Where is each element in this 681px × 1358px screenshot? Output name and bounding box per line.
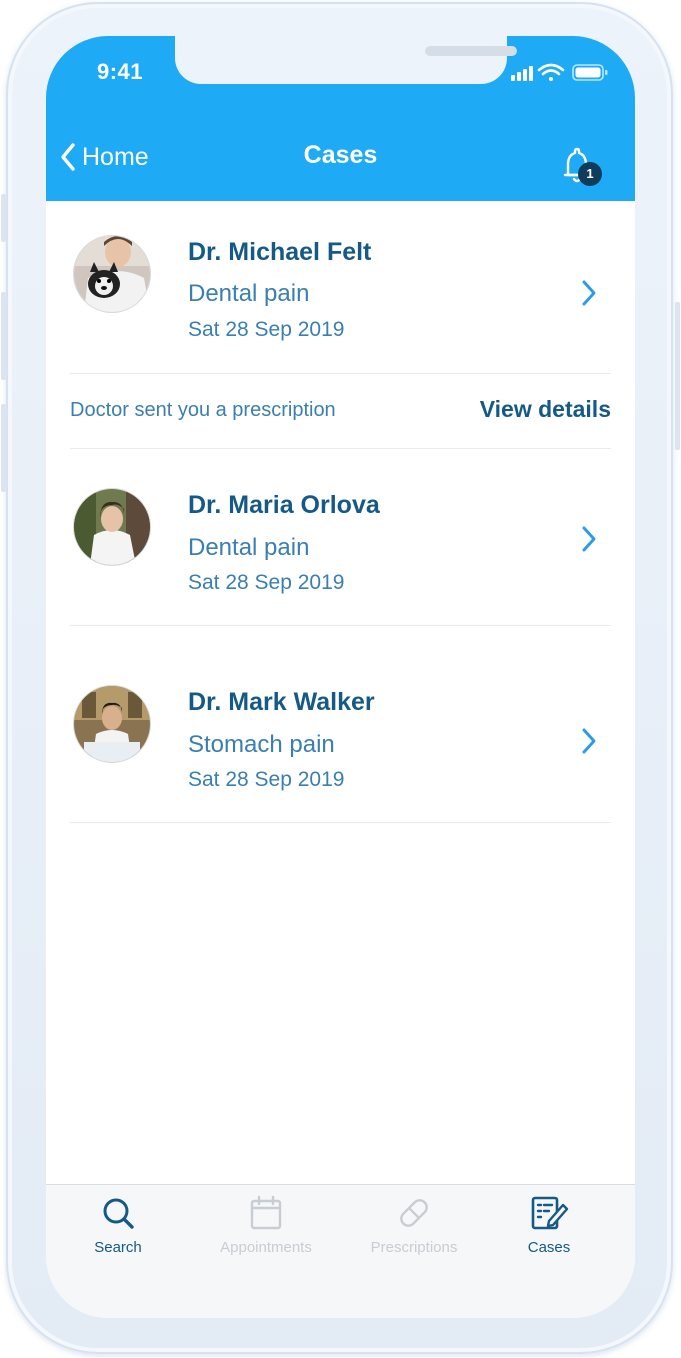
case-title: Dental pain xyxy=(188,534,310,561)
chevron-right-icon xyxy=(582,728,596,754)
speaker-grille xyxy=(425,46,517,56)
phone-power-button xyxy=(675,302,680,450)
battery-icon xyxy=(572,64,608,81)
chevron-right-icon xyxy=(582,526,596,552)
notification-badge: 1 xyxy=(578,162,602,186)
cellular-signal-icon xyxy=(511,66,533,81)
pill-icon xyxy=(400,1199,428,1227)
notice-text: Doctor sent you a prescription xyxy=(70,399,336,421)
doctor-avatar xyxy=(74,489,150,565)
tab-appointments[interactable]: Appointments xyxy=(191,1195,341,1256)
page-title: Cases xyxy=(303,141,378,169)
device-notch xyxy=(175,36,517,84)
doctor-name: Dr. Maria Orlova xyxy=(188,491,380,519)
phone-volume-down xyxy=(1,404,6,492)
phone-mute-switch xyxy=(1,194,6,242)
tab-prescriptions[interactable]: Prescriptions xyxy=(339,1195,489,1256)
case-item[interactable]: Dr. Mark Walker Stomach pain Sat 28 Sep … xyxy=(70,625,611,823)
doctor-name: Dr. Mark Walker xyxy=(188,688,375,716)
search-icon xyxy=(103,1198,134,1229)
case-title: Stomach pain xyxy=(188,731,335,758)
case-date: Sat 28 Sep 2019 xyxy=(188,318,345,341)
calendar-icon xyxy=(250,1195,282,1230)
case-date: Sat 28 Sep 2019 xyxy=(188,768,345,791)
case-title: Dental pain xyxy=(188,280,310,307)
cases-icon xyxy=(531,1196,569,1230)
status-icons xyxy=(511,63,608,81)
tab-bar: Search Appointments Prescriptions Cases xyxy=(46,1184,635,1318)
tab-cases[interactable]: Cases xyxy=(474,1195,624,1256)
view-details-link[interactable]: View details xyxy=(480,396,611,423)
tab-label: Cases xyxy=(527,1239,571,1256)
wifi-icon xyxy=(537,63,565,81)
doctor-name: Dr. Michael Felt xyxy=(188,238,372,266)
doctor-avatar xyxy=(74,686,150,762)
tab-label: Search xyxy=(94,1239,142,1256)
app-screen: 9:41 Home Cases 1 Dr. Michael Felt Denta… xyxy=(46,36,635,1318)
doctor-avatar xyxy=(74,236,150,312)
case-item[interactable]: Dr. Maria Orlova Dental pain Sat 28 Sep … xyxy=(70,448,611,626)
prescription-notice: Doctor sent you a prescription View deta… xyxy=(70,373,611,449)
phone-volume-up xyxy=(1,292,6,380)
tab-label: Appointments xyxy=(220,1239,312,1256)
tab-label: Prescriptions xyxy=(370,1239,458,1256)
case-item[interactable]: Dr. Michael Felt Dental pain Sat 28 Sep … xyxy=(70,201,611,374)
case-date: Sat 28 Sep 2019 xyxy=(188,571,345,594)
tab-search[interactable]: Search xyxy=(46,1195,193,1256)
chevron-right-icon xyxy=(582,280,596,306)
status-time: 9:41 xyxy=(97,59,144,84)
header-bar: 9:41 Home Cases 1 xyxy=(46,36,635,201)
